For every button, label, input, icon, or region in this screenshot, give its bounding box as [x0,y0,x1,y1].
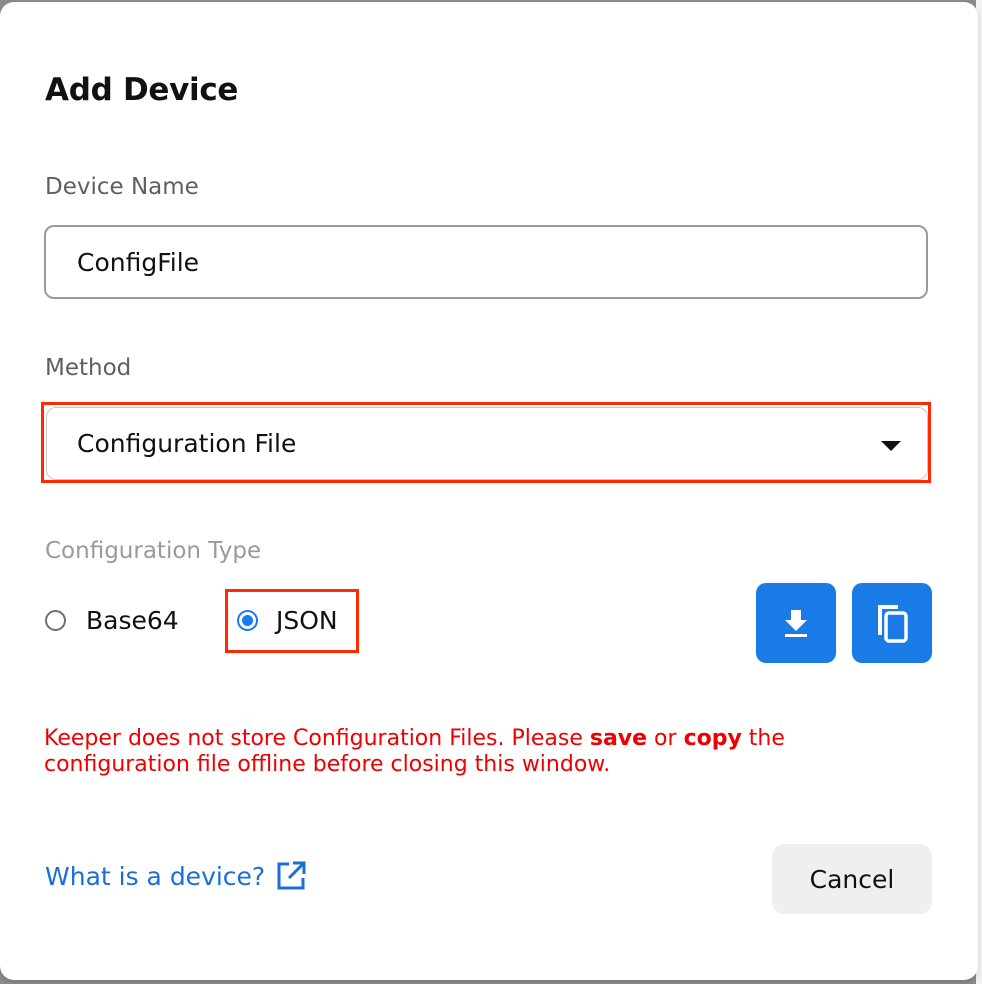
radio-base64[interactable] [45,610,66,631]
radio-base64-label[interactable]: Base64 [86,606,179,635]
download-button[interactable] [756,583,836,663]
warning-save-emphasis: save [589,726,648,751]
add-device-modal: Add Device Device Name ConfigFile Method… [0,2,978,980]
warning-message: Keeper does not store Configuration File… [44,726,904,778]
download-icon [785,610,807,637]
modal-title: Add Device [45,72,239,108]
caret-down-icon [881,441,901,451]
method-select[interactable]: Configuration File [46,407,928,480]
warning-text-1: Keeper does not store Configuration File… [44,726,590,751]
method-selected-value: Configuration File [77,429,297,458]
external-link-icon[interactable] [275,860,307,892]
warning-copy-emphasis: copy [683,726,742,751]
copy-button[interactable] [852,583,932,663]
what-is-device-label[interactable]: What is a device? [45,862,265,891]
device-name-label: Device Name [45,174,199,200]
device-name-value: ConfigFile [77,247,200,277]
device-name-input[interactable]: ConfigFile [44,225,928,299]
warning-text-2: or [647,726,684,751]
radio-json-label[interactable]: JSON [276,606,338,635]
method-label: Method [45,355,132,381]
radio-json[interactable] [237,610,258,631]
configuration-type-label: Configuration Type [45,538,262,564]
cancel-button[interactable]: Cancel [772,844,932,914]
what-is-device-link[interactable]: What is a device? [45,860,307,892]
copy-icon [878,605,908,643]
